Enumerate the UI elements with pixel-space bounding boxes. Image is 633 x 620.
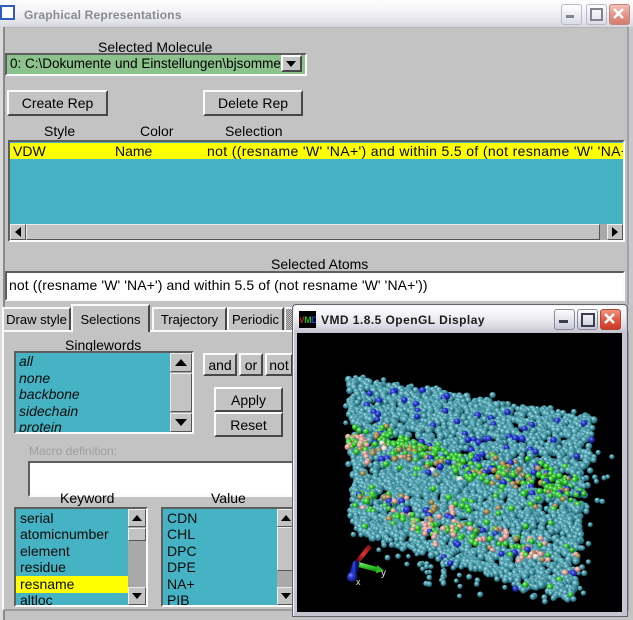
svg-text:y: y <box>381 568 386 579</box>
svg-text:x: x <box>356 577 361 587</box>
